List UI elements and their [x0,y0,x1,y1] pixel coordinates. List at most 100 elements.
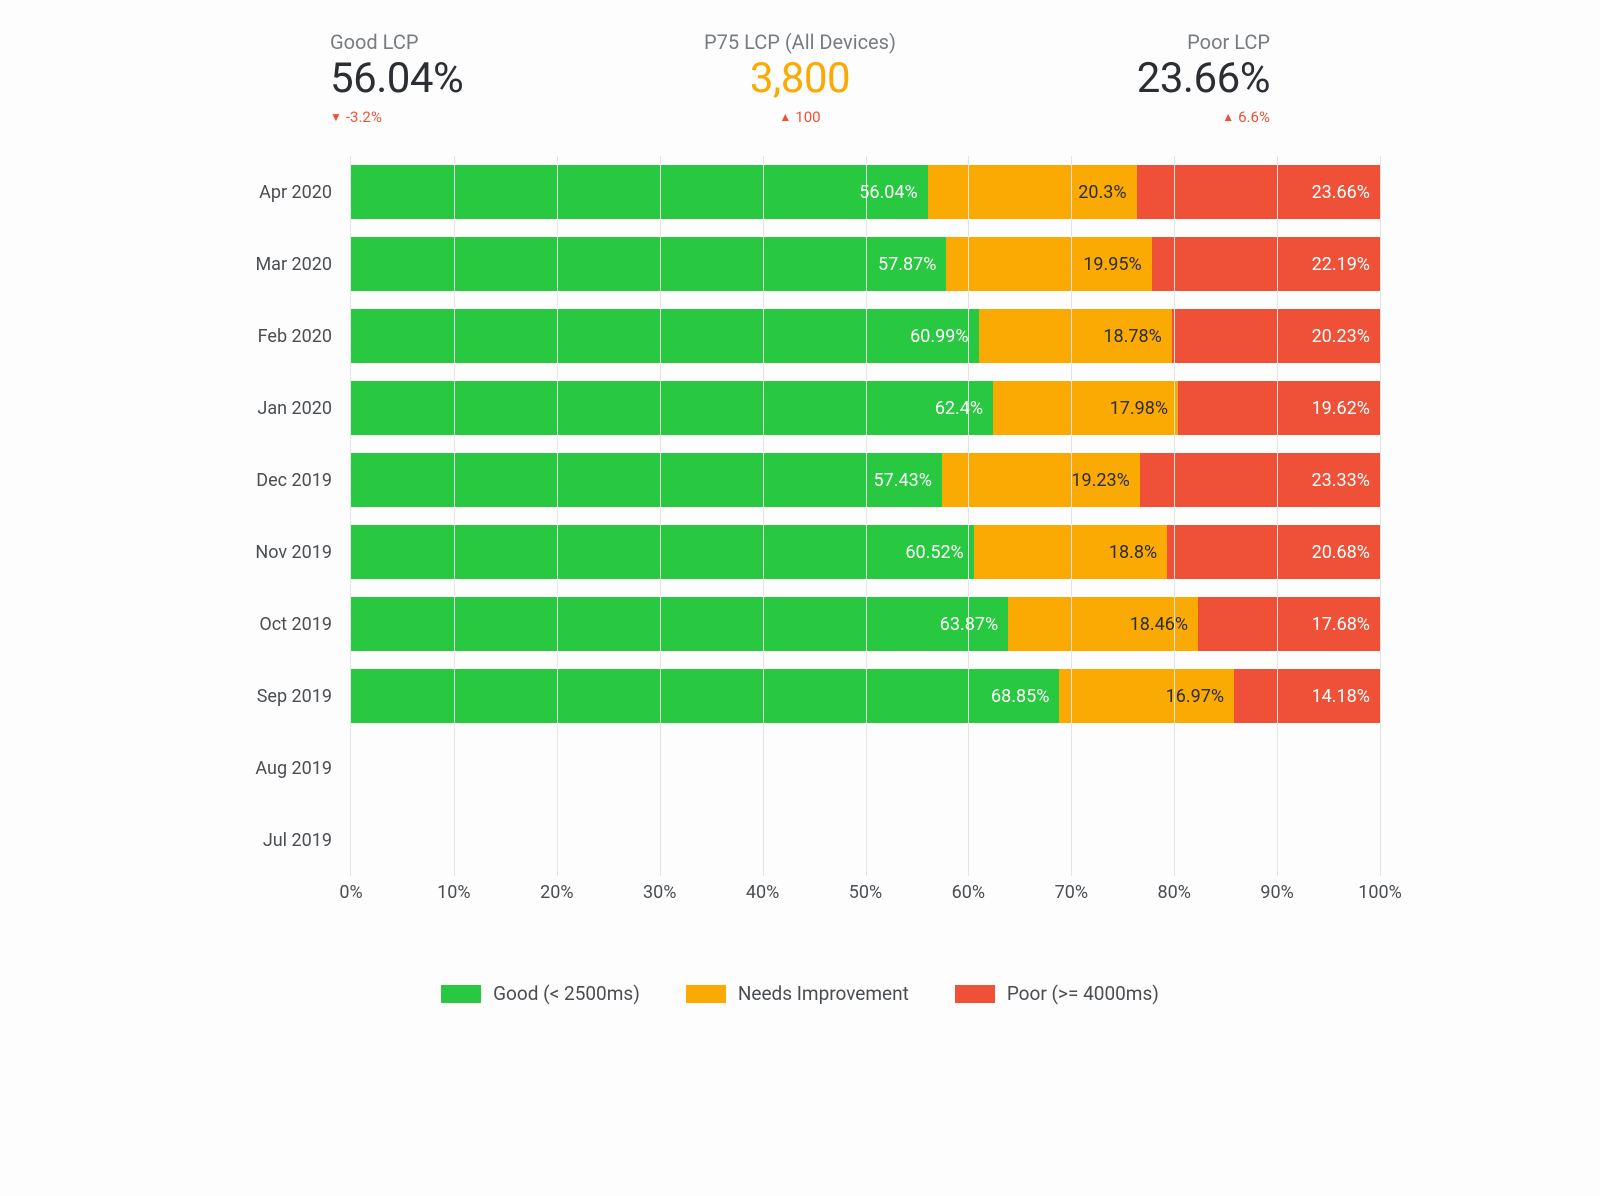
x-axis-ticks: 0%10%20%30%40%50%60%70%80%90%100% [350,882,1380,912]
x-axis: 0%10%20%30%40%50%60%70%80%90%100% [220,882,1380,912]
bar-segment-need: 19.95% [946,237,1151,291]
legend-item-poor: Poor (>= 4000ms) [955,982,1159,1005]
chart-row: Jan 202062.4%17.98%19.62% [220,372,1380,444]
y-axis-label: Oct 2019 [220,614,350,635]
metric-good-lcp: Good LCP 56.04% ▼ -3.2% [330,30,463,126]
bar-segment-need: 17.98% [993,381,1178,435]
bar-segment-good: 60.99% [351,309,979,363]
bar-segment-poor: 23.33% [1140,453,1380,507]
x-axis-tick: 10% [437,882,470,903]
metric-value: 56.04% [330,56,463,102]
legend-item-good: Good (< 2500ms) [441,982,640,1005]
chart-row: Oct 201963.87%18.46%17.68% [220,588,1380,660]
metric-p75-lcp: P75 LCP (All Devices) 3,800 ▲ 100 [704,30,896,126]
x-axis-tick: 80% [1157,882,1190,903]
stacked-bar-chart: Apr 202056.04%20.3%23.66%Mar 202057.87%1… [220,156,1380,912]
metric-delta: ▼ -3.2% [330,108,382,126]
bar-segment-good: 56.04% [351,165,928,219]
arrow-up-icon: ▲ [1222,111,1234,123]
bar-segment-good: 68.85% [351,669,1059,723]
x-axis-tick: 60% [952,882,985,903]
chart-row: Mar 202057.87%19.95%22.19% [220,228,1380,300]
y-axis-label: Feb 2020 [220,326,350,347]
plot-cell: 63.87%18.46%17.68% [350,588,1380,660]
bar-segment-poor: 23.66% [1137,165,1380,219]
plot-cell: 56.04%20.3%23.66% [350,156,1380,228]
chart-row: Nov 201960.52%18.8%20.68% [220,516,1380,588]
stacked-bar: 56.04%20.3%23.66% [351,165,1380,219]
y-axis-label: Sep 2019 [220,686,350,707]
y-axis-label: Apr 2020 [220,182,350,203]
stacked-bar: 60.52%18.8%20.68% [351,525,1380,579]
chart-row: Apr 202056.04%20.3%23.66% [220,156,1380,228]
bar-segment-need: 16.97% [1059,669,1234,723]
stacked-bar: 60.99%18.78%20.23% [351,309,1380,363]
chart-row: Aug 2019 [220,732,1380,804]
bar-segment-need: 18.46% [1008,597,1198,651]
metric-delta-value: 100 [795,108,820,126]
x-axis-tick: 30% [643,882,676,903]
stacked-bar: 62.4%17.98%19.62% [351,381,1380,435]
plot-cell [350,804,1380,876]
plot-cell: 60.52%18.8%20.68% [350,516,1380,588]
arrow-up-icon: ▲ [779,111,791,123]
stacked-bar: 68.85%16.97%14.18% [351,669,1380,723]
bar-segment-need: 19.23% [942,453,1140,507]
bar-segment-good: 57.43% [351,453,942,507]
plot-cell: 60.99%18.78%20.23% [350,300,1380,372]
plot-cell: 57.87%19.95%22.19% [350,228,1380,300]
metric-poor-lcp: Poor LCP 23.66% ▲ 6.6% [1137,30,1270,126]
legend-swatch-icon [441,985,481,1003]
plot-cell: 57.43%19.23%23.33% [350,444,1380,516]
y-axis-label: Nov 2019 [220,542,350,563]
metric-delta: ▲ 100 [779,108,820,126]
bar-segment-poor: 19.62% [1178,381,1380,435]
metric-label: P75 LCP (All Devices) [704,30,896,54]
y-axis-label: Mar 2020 [220,254,350,275]
x-axis-tick: 100% [1358,882,1402,903]
chart-row: Feb 202060.99%18.78%20.23% [220,300,1380,372]
metric-value: 23.66% [1137,56,1270,102]
bar-segment-good: 62.4% [351,381,993,435]
bar-segment-need: 20.3% [928,165,1137,219]
y-axis-label: Jul 2019 [220,830,350,851]
metric-label: Poor LCP [1187,30,1270,54]
lcp-dashboard: Good LCP 56.04% ▼ -3.2% P75 LCP (All Dev… [160,0,1440,1065]
legend: Good (< 2500ms) Needs Improvement Poor (… [180,982,1420,1005]
metric-cards-row: Good LCP 56.04% ▼ -3.2% P75 LCP (All Dev… [180,30,1420,126]
y-axis-label: Jan 2020 [220,398,350,419]
x-axis-tick: 70% [1055,882,1088,903]
stacked-bar: 57.43%19.23%23.33% [351,453,1380,507]
x-axis-tick: 90% [1260,882,1293,903]
metric-label: Good LCP [330,30,418,54]
legend-label: Needs Improvement [738,982,909,1005]
legend-swatch-icon [686,985,726,1003]
legend-item-need: Needs Improvement [686,982,909,1005]
chart-row: Jul 2019 [220,804,1380,876]
chart-rows: Apr 202056.04%20.3%23.66%Mar 202057.87%1… [220,156,1380,876]
bar-segment-good: 60.52% [351,525,974,579]
plot-cell [350,732,1380,804]
x-axis-tick: 40% [746,882,779,903]
y-axis-label: Aug 2019 [220,758,350,779]
bar-segment-poor: 20.23% [1172,309,1380,363]
bar-segment-poor: 17.68% [1198,597,1380,651]
chart-row: Dec 201957.43%19.23%23.33% [220,444,1380,516]
metric-delta-value: -3.2% [346,108,382,126]
x-axis-tick: 20% [540,882,573,903]
bar-segment-poor: 14.18% [1234,669,1380,723]
bar-segment-good: 63.87% [351,597,1008,651]
bar-segment-need: 18.78% [979,309,1172,363]
metric-delta-value: 6.6% [1238,108,1270,126]
x-axis-tick: 50% [849,882,882,903]
x-axis-tick: 0% [339,882,362,903]
bar-segment-poor: 20.68% [1167,525,1380,579]
bar-segment-need: 18.8% [974,525,1167,579]
legend-label: Good (< 2500ms) [493,982,640,1005]
bar-segment-poor: 22.19% [1152,237,1380,291]
stacked-bar: 57.87%19.95%22.19% [351,237,1380,291]
bar-segment-good: 57.87% [351,237,946,291]
plot-cell: 68.85%16.97%14.18% [350,660,1380,732]
y-axis-label: Dec 2019 [220,470,350,491]
legend-swatch-icon [955,985,995,1003]
